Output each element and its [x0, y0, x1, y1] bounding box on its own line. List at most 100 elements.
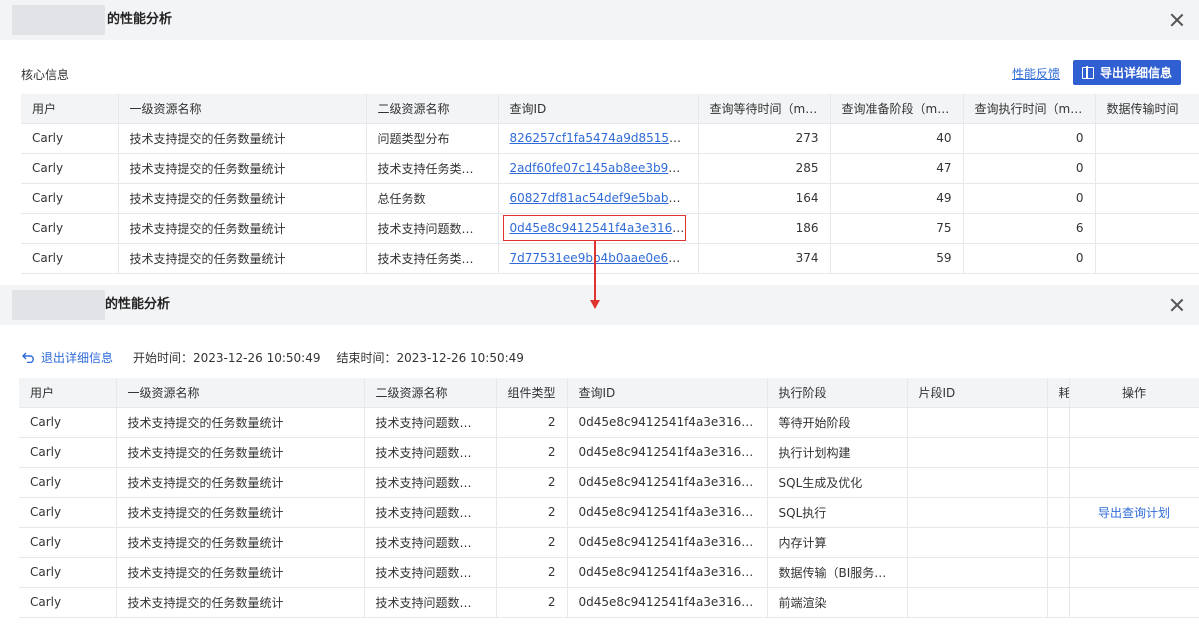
column-header: 操作: [1069, 378, 1199, 408]
table-cell: [907, 497, 1048, 528]
table-cell: 0: [963, 123, 1096, 154]
table-cell: 技术支持提交的任务数量统计: [116, 497, 365, 528]
table-cell: 273: [698, 123, 831, 154]
table-cell: 826257cf1fa5474a9d8515947…: [498, 123, 699, 154]
table-cell: Carly: [19, 587, 117, 618]
close-icon[interactable]: [1169, 297, 1185, 313]
column-header: 查询执行时间（ms）: [963, 94, 1096, 124]
table-cell: [1095, 213, 1199, 244]
table-cell: SQL执行: [767, 497, 908, 528]
redacted-resource-name: [12, 290, 105, 320]
table-cell: Carly: [19, 407, 117, 438]
table-cell: 问题类型分布: [366, 123, 499, 154]
column-header: 查询ID: [498, 94, 699, 124]
table-cell: [1047, 467, 1070, 498]
table-cell: 前端渲染: [767, 587, 908, 618]
table-cell: [907, 467, 1048, 498]
detail-table: 用户一级资源名称二级资源名称组件类型查询ID执行阶段片段ID耗操作 Carly技…: [19, 378, 1199, 618]
table-cell: Carly: [21, 183, 119, 214]
table-cell: 0: [963, 183, 1096, 214]
table-cell: 40: [830, 123, 964, 154]
table-cell: 技术支持提交的任务数量统计: [118, 213, 367, 244]
export-query-plan-link[interactable]: 导出查询计划: [1069, 497, 1199, 528]
performance-feedback-link[interactable]: 性能反馈: [1012, 65, 1060, 82]
table-cell: 技术支持问题数…: [364, 407, 497, 438]
table-cell: 技术支持任务类…: [366, 153, 499, 184]
table-cell: 技术支持问题数…: [364, 437, 497, 468]
table-cell: 技术支持问题数…: [364, 557, 497, 588]
table-cell: 0: [963, 153, 1096, 184]
table-cell: 2: [496, 527, 568, 558]
close-icon[interactable]: [1169, 12, 1185, 28]
table-cell: 2: [496, 557, 568, 588]
table-cell: SQL生成及优化: [767, 467, 908, 498]
table-cell: [907, 587, 1048, 618]
table-cell: 0d45e8c9412541f4a3e316ac7…: [567, 497, 768, 528]
exit-details-label: 退出详细信息: [41, 350, 114, 365]
table-cell: 技术支持提交的任务数量统计: [118, 183, 367, 214]
query-id-link[interactable]: 2adf60fe07c145ab8ee3b954e…: [510, 161, 698, 175]
table-cell: 0d45e8c9412541f4a3e316ac7…: [567, 587, 768, 618]
table-cell: [1069, 467, 1199, 498]
table-row: Carly 技术支持提交的任务数量统计 技术支持问题数… 2 0d45e8c941254…: [19, 407, 1199, 438]
table-cell: Carly: [21, 153, 119, 184]
table-cell: [907, 407, 1048, 438]
table-cell: 47: [830, 153, 964, 184]
table-header-row: 用户 一级资源名称 二级资源名称 查询ID 查询等待时间（ms） 查询准备阶段（ms） 查询…: [21, 94, 1199, 124]
exit-details-link[interactable]: 退出详细信息: [22, 349, 113, 366]
highlighted-query-id: [503, 215, 686, 241]
table-cell: 0d45e8c9412541f4a3e316ac7…: [567, 527, 768, 558]
column-header: 查询等待时间（ms）: [698, 94, 831, 124]
table-cell: 总任务数: [366, 183, 499, 214]
query-id-link[interactable]: 7d77531ee9bb4b0aae0e6005…: [510, 251, 698, 265]
table-cell: Carly: [19, 467, 117, 498]
table-cell: 技术支持提交的任务数量统计: [118, 123, 367, 154]
column-header: 片段ID: [907, 378, 1048, 408]
table-cell: [1047, 407, 1070, 438]
section-label: 核心信息: [21, 68, 70, 82]
table-cell: [907, 527, 1048, 558]
column-header: 二级资源名称: [364, 378, 497, 408]
table-cell: Carly: [19, 497, 117, 528]
table-cell: 技术支持提交的任务数量统计: [116, 557, 365, 588]
table-cell: 7d77531ee9bb4b0aae0e6005…: [498, 243, 699, 274]
column-header: 用户: [19, 378, 117, 408]
table-cell: [1047, 557, 1070, 588]
table-cell: Carly: [19, 437, 117, 468]
table-cell: [1069, 587, 1199, 618]
performance-dialog-summary: 的性能分析 核心信息 性能反馈 导出详细信息 用户 一级资源名称 二级资源名称 查询I…: [0, 0, 1199, 285]
table-cell: 技术支持任务类…: [366, 243, 499, 274]
table-cell: 技术支持提交的任务数量统计: [118, 243, 367, 274]
table-cell: Carly: [21, 213, 119, 244]
annotation-arrow: [594, 241, 596, 301]
table-row: Carly 技术支持提交的任务数量统计 问题类型分布 826257cf1fa5474a…: [21, 123, 1199, 154]
table-cell: 164: [698, 183, 831, 214]
redacted-resource-name: [12, 5, 105, 35]
table-cell: 0d45e8c9412541f4a3e316ac7…: [567, 467, 768, 498]
export-details-button[interactable]: 导出详细信息: [1073, 60, 1181, 85]
export-icon: [1081, 65, 1094, 79]
column-header: 查询ID: [567, 378, 768, 408]
table-cell: 技术支持提交的任务数量统计: [116, 407, 365, 438]
table-cell: 2: [496, 467, 568, 498]
table-cell: Carly: [19, 527, 117, 558]
column-header: 数据传输时间: [1095, 94, 1199, 124]
table-cell: [1095, 153, 1199, 184]
table-cell: 2: [496, 497, 568, 528]
column-header: 一级资源名称: [116, 378, 365, 408]
table-cell: [1095, 183, 1199, 214]
column-header: 查询准备阶段（ms）: [830, 94, 964, 124]
table-cell: 2: [496, 437, 568, 468]
query-id-link[interactable]: 60827df81ac54def9e5babdec…: [510, 191, 698, 205]
query-id-link[interactable]: 826257cf1fa5474a9d8515947…: [510, 131, 698, 145]
table-cell: [1047, 437, 1070, 468]
column-header: 执行阶段: [767, 378, 908, 408]
table-cell: 技术支持问题数…: [364, 527, 497, 558]
dialog-title: 的性能分析: [105, 297, 171, 312]
table-cell: 内存计算: [767, 527, 908, 558]
table-cell: 数据传输（BI服务…: [767, 557, 908, 588]
detail-toolbar: 退出详细信息 开始时间：2023-12-26 10:50:49 结束时间：202…: [22, 348, 524, 366]
table-cell: 技术支持问题数…: [364, 587, 497, 618]
table-cell: 技术支持问题数…: [364, 467, 497, 498]
table-cell: 75: [830, 213, 964, 244]
